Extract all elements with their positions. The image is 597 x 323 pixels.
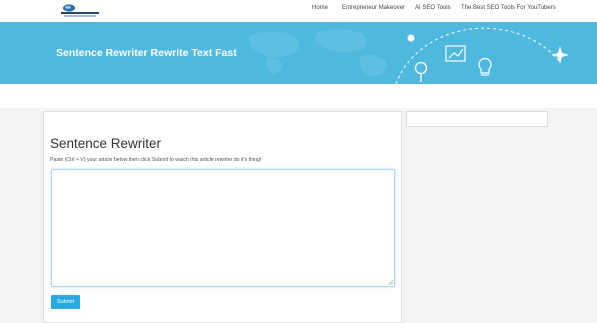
hero-banner: Sentence Rewriter Rewrite Text Fast bbox=[0, 22, 597, 84]
article-input[interactable] bbox=[51, 169, 395, 287]
content-band bbox=[0, 84, 597, 108]
lightbulb-icon bbox=[478, 58, 492, 76]
submit-button[interactable]: Submit bbox=[51, 295, 80, 309]
sparkle-icon bbox=[551, 46, 569, 64]
world-map-graphic bbox=[249, 29, 387, 76]
sidebar-widget bbox=[406, 111, 548, 127]
nav-home-link[interactable]: Home bbox=[312, 5, 328, 11]
nav-entrepreneur-makeover-link[interactable]: Entrepreneur Makeover bbox=[342, 5, 405, 11]
resize-grip-icon[interactable] bbox=[388, 280, 393, 285]
card-title: Sentence Rewriter bbox=[50, 136, 162, 151]
site-logo[interactable] bbox=[58, 3, 102, 19]
nav-seo-tools-youtubers-link[interactable]: The Best SEO Tools For YouTubers bbox=[461, 5, 556, 11]
rewriter-card: Sentence Rewriter Paste (Ctrl + V) your … bbox=[43, 111, 402, 323]
card-instructions: Paste (Ctrl + V) your article below then… bbox=[50, 157, 262, 163]
bar-chart-icon bbox=[445, 45, 466, 62]
nav-ai-seo-tools-link[interactable]: AI SEO Tools bbox=[415, 5, 451, 11]
page-title: Sentence Rewriter Rewrite Text Fast bbox=[56, 47, 237, 59]
top-navigation: Home Entrepreneur Makeover AI SEO Tools … bbox=[0, 0, 597, 22]
node-dot-icon bbox=[407, 34, 415, 42]
magnifier-icon bbox=[414, 61, 428, 82]
